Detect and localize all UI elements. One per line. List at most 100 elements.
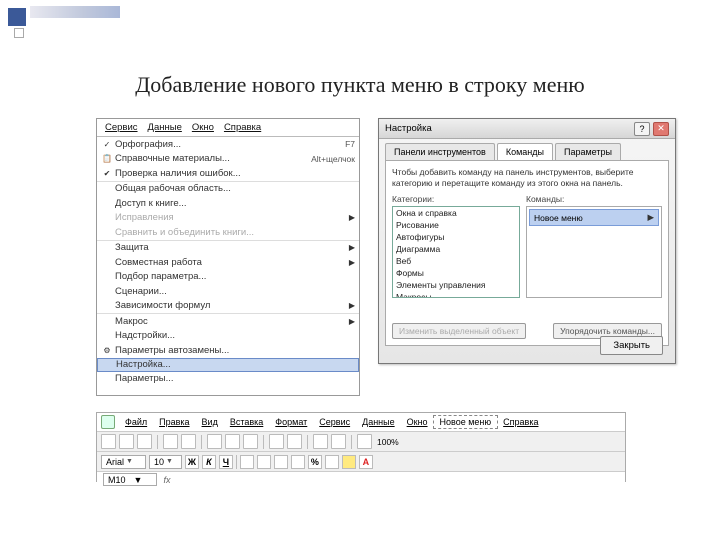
submenu-arrow-icon: ▶ [349,258,355,267]
menubar-item[interactable]: Данные [144,121,186,134]
slide-title: Добавление нового пункта меню в строку м… [0,72,720,98]
commands-label: Команды: [526,194,662,204]
preview-icon[interactable] [181,434,196,449]
menu-item[interactable]: Сценарии... [97,284,359,299]
formula-bar: M10▼ fx [97,472,625,487]
menubar-item[interactable]: Окно [188,121,218,134]
sort-desc-icon[interactable] [331,434,346,449]
category-item[interactable]: Формы [393,267,519,279]
fx-icon[interactable]: fx [163,475,170,485]
menu-item[interactable]: ✔Проверка наличия ошибок... [97,166,359,181]
menu-item[interactable]: 📋Справочные материалы...Alt+щелчок [97,152,359,167]
command-item[interactable]: Новое меню ▶ [529,209,659,226]
slide-corner-decoration [0,0,120,55]
menu-item[interactable]: Общая рабочая область... [97,182,359,197]
font-size-selector[interactable]: 10▼ [149,455,182,469]
new-icon[interactable] [101,434,116,449]
menu-item-label: Совместная работа [115,257,349,268]
help-icon[interactable]: ? [634,122,650,136]
category-item[interactable]: Диаграмма [393,243,519,255]
close-icon[interactable]: ✕ [653,122,669,136]
dialog-tab[interactable]: Команды [497,143,553,160]
menubar-item[interactable]: Вставка [224,416,269,428]
menu-item-icon [99,271,115,283]
menubar-item[interactable]: Вид [196,416,224,428]
menu-item-label: Доступ к книге... [115,198,355,209]
menu-item[interactable]: ⚙Параметры автозамены... [97,343,359,358]
menu-item[interactable]: Исправления▶ [97,211,359,226]
chart-icon[interactable] [357,434,372,449]
menu-item[interactable]: Макрос▶ [97,314,359,329]
sort-asc-icon[interactable] [313,434,328,449]
font-color-icon[interactable]: A [359,455,373,469]
categories-label: Категории: [392,194,520,204]
menubar-item[interactable]: Правка [153,416,195,428]
underline-button[interactable]: Ч [219,455,233,469]
dialog-description: Чтобы добавить команду на панель инструм… [392,167,662,188]
bold-button[interactable]: Ж [185,455,199,469]
new-menu-item[interactable]: Новое меню [434,416,498,428]
category-item[interactable]: Элементы управления [393,279,519,291]
menu-item-label: Подбор параметра... [115,271,355,282]
italic-button[interactable]: К [202,455,216,469]
menu-item[interactable]: Подбор параметра... [97,270,359,285]
category-item[interactable]: Веб [393,255,519,267]
menu-item[interactable]: ✓Орфография...F7 [97,137,359,152]
name-box[interactable]: M10▼ [103,473,157,486]
menu-item[interactable]: Надстройки... [97,329,359,344]
align-right-icon[interactable] [274,455,288,469]
align-center-icon[interactable] [257,455,271,469]
menu-item[interactable]: Совместная работа▶ [97,255,359,270]
category-item[interactable]: Макросы [393,291,519,298]
borders-icon[interactable] [325,455,339,469]
menu-item-icon: ⚙ [99,344,115,356]
zoom-value[interactable]: 100% [375,437,401,447]
copy-icon[interactable] [225,434,240,449]
align-left-icon[interactable] [240,455,254,469]
submenu-arrow-icon: ▶ [349,317,355,326]
fill-color-icon[interactable] [342,455,356,469]
currency-icon[interactable] [291,455,305,469]
dialog-tab[interactable]: Панели инструментов [385,143,495,160]
menu-item-shortcut: F7 [339,139,355,149]
undo-icon[interactable] [269,434,284,449]
menubar-item[interactable]: Файл [119,416,153,428]
menu-item[interactable]: Защита▶ [97,241,359,256]
submenu-arrow-icon: ▶ [349,213,355,222]
paste-icon[interactable] [243,434,258,449]
menu-item[interactable]: Параметры... [97,372,359,387]
close-button[interactable]: Закрыть [600,336,663,355]
category-item[interactable]: Рисование [393,219,519,231]
menubar-item[interactable]: Формат [269,416,313,428]
font-selector[interactable]: Arial▼ [101,455,146,469]
menubar-item[interactable]: Справка [220,121,265,134]
menu-item[interactable]: Доступ к книге... [97,196,359,211]
commands-list[interactable]: Новое меню ▶ [526,206,662,298]
dialog-tab[interactable]: Параметры [555,143,621,160]
menu-item-label: Проверка наличия ошибок... [115,168,355,179]
menu-item-label: Общая рабочая область... [115,183,355,194]
menu-item-label: Исправления [115,212,349,223]
category-item[interactable]: Окна и справка [393,207,519,219]
categories-list[interactable]: Окна и справкаРисованиеАвтофигурыДиаграм… [392,206,520,298]
print-icon[interactable] [163,434,178,449]
menu-item[interactable]: Зависимости формул▶ [97,299,359,314]
menubar-item[interactable]: Окно [401,416,434,428]
menubar-item[interactable]: Сервис [101,121,142,134]
menu-item-icon [99,183,115,195]
menubar-item[interactable]: Данные [356,416,401,428]
percent-icon[interactable]: % [308,455,322,469]
menu-item[interactable]: Сравнить и объединить книги... [97,225,359,240]
open-icon[interactable] [119,434,134,449]
submenu-arrow-icon: ▶ [349,243,355,252]
menu-item[interactable]: Настройка... [97,358,359,372]
category-item[interactable]: Автофигуры [393,231,519,243]
modify-selection-button[interactable]: Изменить выделенный объект [392,323,526,339]
menubar-item[interactable]: Справка [497,416,544,428]
menu-item-label: Параметры... [115,373,355,384]
menu-item-label: Сравнить и объединить книги... [115,227,355,238]
save-icon[interactable] [137,434,152,449]
cut-icon[interactable] [207,434,222,449]
menubar-item[interactable]: Сервис [313,416,356,428]
redo-icon[interactable] [287,434,302,449]
